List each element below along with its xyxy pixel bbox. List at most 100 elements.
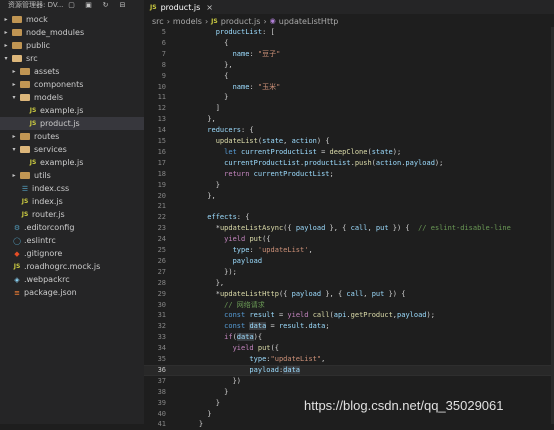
code-token: },: [182, 60, 233, 69]
line-number: 38: [157, 387, 166, 396]
tree-item[interactable]: ▾ services: [0, 143, 144, 156]
code-line[interactable]: 26 payload: [144, 256, 554, 267]
tree-item[interactable]: ◆ .gitignore: [0, 247, 144, 260]
code-line[interactable]: 28 },: [144, 278, 554, 289]
code-line[interactable]: 27 });: [144, 267, 554, 278]
chevron-down-icon[interactable]: ▾: [2, 55, 10, 62]
code-text: {: [182, 38, 228, 49]
chevron-down-icon[interactable]: ▾: [10, 94, 18, 101]
code-line[interactable]: 30 // 网络请求: [144, 300, 554, 311]
folder-icon: [12, 55, 22, 62]
chevron-right-icon[interactable]: ▸: [2, 16, 10, 23]
line-number: 29: [157, 289, 166, 298]
tree-item[interactable]: JS index.js: [0, 195, 144, 208]
new-folder-icon[interactable]: ▣: [85, 2, 92, 9]
code-line[interactable]: 15 updateList(state, action) {: [144, 136, 554, 147]
tree-item[interactable]: ☰ index.css: [0, 182, 144, 195]
breadcrumb-file[interactable]: product.js: [221, 17, 261, 26]
code-token: 'updateList': [257, 246, 309, 254]
new-file-icon[interactable]: ▢: [68, 2, 75, 9]
code-line[interactable]: 29 *updateListHttp({ payload }, { call, …: [144, 289, 554, 300]
code-line[interactable]: 23 *updateListAsync({ payload }, { call,…: [144, 223, 554, 234]
tree-item-label: router.js: [32, 210, 65, 219]
code-line[interactable]: 25 type: 'updateList',: [144, 245, 554, 256]
line-number: 21: [157, 202, 166, 211]
code-text: return currentProductList;: [182, 169, 334, 180]
code-line[interactable]: 5 productList: [: [144, 27, 554, 38]
tree-item[interactable]: ▾ src: [0, 52, 144, 65]
code-line[interactable]: 16 let currentProductList = deepClone(st…: [144, 147, 554, 158]
code-line[interactable]: 37 }): [144, 376, 554, 387]
code-line[interactable]: 34 yield put({: [144, 343, 554, 354]
chevron-right-icon[interactable]: ▸: [10, 81, 18, 88]
line-number: 27: [157, 267, 166, 276]
code-token: result: [249, 311, 275, 320]
editorconfig-icon: ⚙: [13, 223, 21, 232]
chevron-right-icon[interactable]: ▸: [10, 133, 18, 140]
tree-item[interactable]: JS .roadhogrc.mock.js: [0, 260, 144, 273]
tree-item[interactable]: JS product.js: [0, 117, 144, 130]
code-line[interactable]: 17 currentProductList.productList.push(a…: [144, 158, 554, 169]
tree-item-label: .editorconfig: [24, 223, 75, 232]
line-number: 31: [157, 311, 166, 320]
code-token: "豆子": [257, 49, 281, 58]
code-line[interactable]: 10 name: "玉米": [144, 82, 554, 93]
code-line[interactable]: 19 }: [144, 180, 554, 191]
tree-item[interactable]: ≡ package.json: [0, 286, 144, 299]
chevron-right-icon[interactable]: ▸: [2, 29, 10, 36]
tree-item[interactable]: JS example.js: [0, 104, 144, 117]
code-line[interactable]: 36 payload:data: [144, 364, 554, 376]
code-text: },: [182, 60, 233, 71]
code-line[interactable]: 14 reducers: {: [144, 125, 554, 136]
code-line[interactable]: 24 yield put({: [144, 234, 554, 245]
line-number: 35: [157, 355, 166, 363]
code-token: }) {: [388, 224, 419, 233]
chevron-down-icon[interactable]: ▾: [10, 146, 18, 153]
code-line[interactable]: 12 ]: [144, 103, 554, 114]
code-line[interactable]: 18 return currentProductList;: [144, 169, 554, 180]
tree-item[interactable]: ◈ .webpackrc: [0, 273, 144, 286]
code-line[interactable]: 38 }: [144, 387, 554, 398]
code-text: },: [182, 114, 215, 125]
code-line[interactable]: 31 const result = yield call(api.getProd…: [144, 310, 554, 321]
code-token: action: [291, 137, 317, 145]
tree-item[interactable]: ▸ routes: [0, 130, 144, 143]
code-line[interactable]: 41 }: [144, 419, 554, 430]
tab-product-js[interactable]: JS product.js ×: [144, 0, 213, 14]
tree-item[interactable]: ▸ utils: [0, 169, 144, 182]
tree-item[interactable]: ▸ components: [0, 78, 144, 91]
tree-item[interactable]: ▾ models: [0, 91, 144, 104]
code-line[interactable]: 35 type:"updateList",: [144, 354, 554, 365]
code-line[interactable]: 6 {: [144, 38, 554, 49]
code-line[interactable]: 21: [144, 201, 554, 212]
tree-item[interactable]: ▸ mock: [0, 13, 144, 26]
collapse-all-icon[interactable]: ⊟: [119, 2, 126, 9]
line-number: 32: [157, 322, 166, 331]
code-line[interactable]: 11 }: [144, 92, 554, 103]
code-line[interactable]: 7 name: "豆子": [144, 49, 554, 60]
code-line[interactable]: 32 const data = result.data;: [144, 321, 554, 332]
breadcrumb-src[interactable]: src: [152, 17, 164, 26]
chevron-right-icon[interactable]: ▸: [2, 42, 10, 49]
close-icon[interactable]: ×: [206, 3, 213, 12]
tree-item[interactable]: ◯ .eslintrc: [0, 234, 144, 247]
tree-item[interactable]: ▸ assets: [0, 65, 144, 78]
line-number: 10: [157, 82, 166, 91]
tree-item[interactable]: JS example.js: [0, 156, 144, 169]
chevron-right-icon[interactable]: ▸: [10, 68, 18, 75]
tree-item[interactable]: JS router.js: [0, 208, 144, 221]
chevron-right-icon[interactable]: ▸: [10, 172, 18, 179]
tree-item[interactable]: ▸ node_modules: [0, 26, 144, 39]
breadcrumb-models[interactable]: models: [173, 17, 202, 26]
code-line[interactable]: 20 },: [144, 191, 554, 202]
refresh-icon[interactable]: ↻: [102, 2, 109, 9]
code-line[interactable]: 22 effects: {: [144, 212, 554, 223]
code-line[interactable]: 33 if(data){: [144, 332, 554, 343]
code-line[interactable]: 13 },: [144, 114, 554, 125]
tree-item[interactable]: ▸ public: [0, 39, 144, 52]
tree-item[interactable]: ⚙ .editorconfig: [0, 221, 144, 234]
breadcrumb-function[interactable]: updateListHttp: [279, 17, 339, 26]
line-number: 23: [157, 224, 166, 233]
code-line[interactable]: 9 {: [144, 71, 554, 82]
code-line[interactable]: 8 },: [144, 60, 554, 71]
